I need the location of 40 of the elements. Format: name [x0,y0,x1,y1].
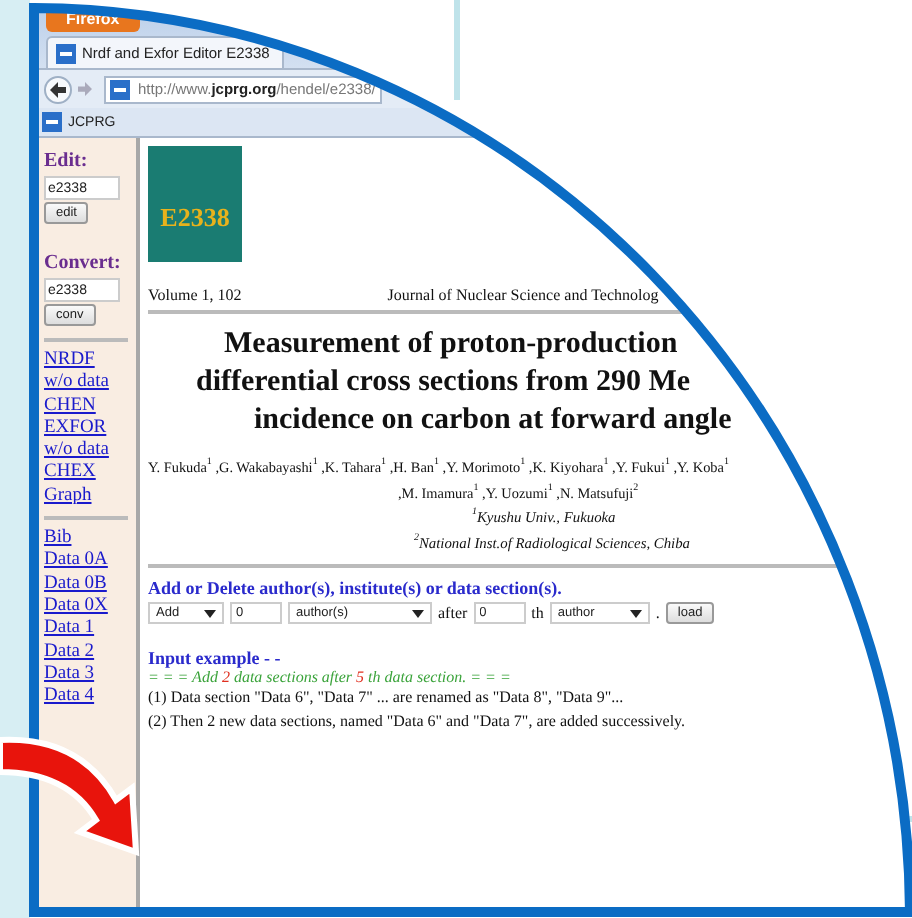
back-arrow-icon [50,81,66,97]
sidebar-link[interactable]: EXFOR [44,417,136,441]
sidebar-link[interactable]: Data 4 [44,686,136,709]
background-line [454,0,460,100]
section-label: Convert: [44,252,123,274]
example-line: (2) Then 2 new data sections, named "Data 6" and "Data 7", are added successively. [148,709,688,732]
article-title: Measurement of proton-production [224,328,678,360]
sidebar-link[interactable]: Data 0B [44,573,136,596]
form-text: after [438,604,468,622]
article-title: differential cross sections from 290 Me [196,366,691,398]
caret-icon [204,609,216,617]
sidebar-link[interactable]: NRDF [44,350,136,373]
volume-text: Volume 1, 102 [148,286,242,304]
example-rule: = = = Add 2 data sections after 5 th data section. = = = [148,668,513,686]
sidebar-link[interactable]: w/o data [44,440,136,463]
example-line: (1) Data section "Data 6", "Data 7" ... are renamed as "Data 8", "Data 9"... [148,686,626,709]
journal-name: Journal of Nuclear Science and Technolog [387,286,659,304]
section-label: Edit: [44,150,90,172]
sidebar-link[interactable]: Data 3 [44,663,136,687]
sidebar-link[interactable]: CHEX [44,462,136,486]
form-text: . [655,604,660,622]
sidebar-link[interactable]: Data 0X [44,595,136,619]
sidebar-link[interactable]: Graph [44,485,136,509]
example-heading: Input example - - [148,648,283,668]
sidebar-link[interactable]: Data 1 [44,618,136,642]
caret-icon [412,609,424,617]
site-icon [110,79,130,99]
sidebar-link[interactable]: Data 0A [44,550,136,574]
sidebar-link[interactable]: w/o data [44,372,136,396]
site-icon [42,112,62,132]
journal-logo: E2338 [148,146,242,262]
article-title: incidence on carbon at forward angle [254,404,732,436]
form-heading: Add or Delete author(s), institute(s) or data section(s). [148,578,564,598]
sidebar-link[interactable]: CHEN [44,395,136,418]
sidebar-link[interactable]: Data 2 [44,641,136,664]
form-text: th [531,604,544,622]
site-icon [56,43,76,63]
sidebar-link[interactable]: Bib [44,528,136,551]
back-button[interactable] [44,75,72,103]
caret-icon [629,609,642,617]
